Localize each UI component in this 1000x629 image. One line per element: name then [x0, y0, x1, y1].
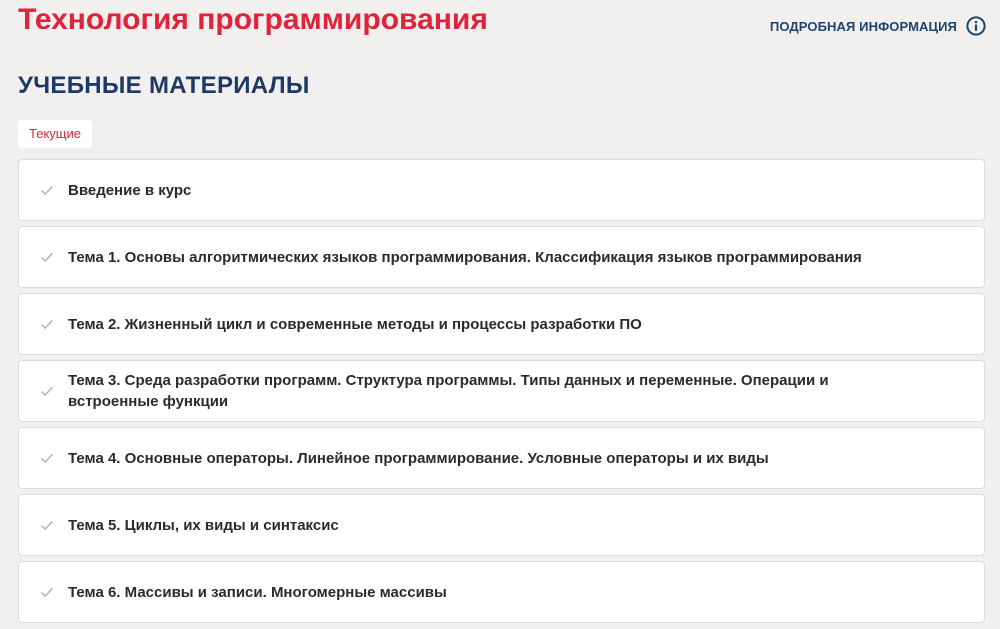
check-icon — [40, 185, 54, 196]
lesson-label: Тема 2. Жизненный цикл и современные мет… — [68, 315, 642, 333]
lesson-label: Тема 5. Циклы, их виды и синтаксис — [68, 516, 339, 534]
lesson-item-topic-2[interactable]: Тема 2. Жизненный цикл и современные мет… — [18, 293, 985, 355]
lesson-item-topic-6[interactable]: Тема 6. Массивы и записи. Многомерные ма… — [18, 561, 985, 623]
lesson-item-topic-5[interactable]: Тема 5. Циклы, их виды и синтаксис — [18, 494, 985, 556]
lesson-label: Тема 4. Основные операторы. Линейное про… — [68, 449, 769, 467]
check-icon — [40, 587, 54, 598]
lesson-label: Тема 6. Массивы и записи. Многомерные ма… — [68, 583, 447, 601]
info-circle-icon[interactable] — [966, 16, 986, 36]
lesson-item-topic-3[interactable]: Тема 3. Среда разработки программ. Струк… — [18, 360, 985, 422]
lesson-item-topic-4[interactable]: Тема 4. Основные операторы. Линейное про… — [18, 427, 985, 489]
more-info-label: ПОДРОБНАЯ ИНФОРМАЦИЯ — [769, 18, 957, 34]
lesson-label: Введение в курс — [68, 181, 192, 199]
check-icon — [40, 453, 54, 464]
lesson-label: Тема 1. Основы алгоритмических языков пр… — [68, 248, 862, 266]
check-icon — [40, 386, 54, 397]
more-info-link[interactable]: ПОДРОБНАЯ ИНФОРМАЦИЯ — [770, 16, 986, 36]
lesson-label: Тема 3. Среда разработки программ. Струк… — [68, 372, 829, 410]
tab-current[interactable]: Текущие — [18, 120, 92, 148]
check-icon — [40, 252, 54, 263]
lesson-item-intro[interactable]: Введение в курс — [18, 159, 985, 221]
check-icon — [40, 520, 54, 531]
course-title: Технология программирования — [18, 3, 488, 36]
lesson-item-topic-1[interactable]: Тема 1. Основы алгоритмических языков пр… — [18, 226, 985, 288]
check-icon — [40, 319, 54, 330]
materials-list: Введение в курс Тема 1. Основы алгоритми… — [18, 159, 985, 628]
section-heading: УЧЕБНЫЕ МАТЕРИАЛЫ — [18, 72, 310, 99]
